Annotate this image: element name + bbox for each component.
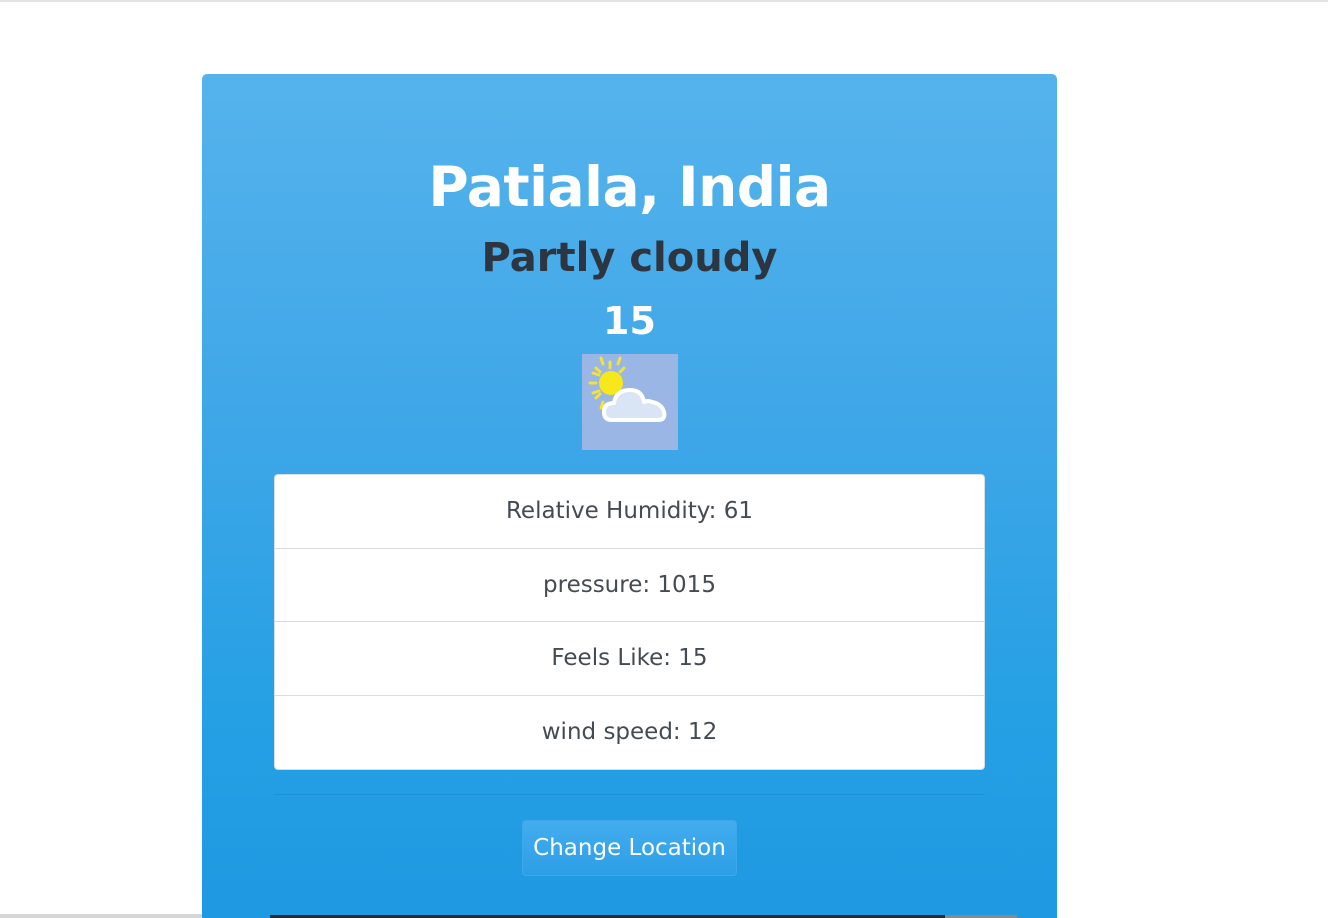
weather-card: Patiala, India Partly cloudy 15 Relative… — [202, 74, 1057, 918]
weather-condition: Partly cloudy — [481, 235, 778, 281]
feels-like-item: Feels Like: 15 — [275, 622, 984, 696]
partly-cloudy-icon — [582, 354, 678, 450]
humidity-item: Relative Humidity: 61 — [275, 475, 984, 549]
wind-speed-item: wind speed: 12 — [541, 718, 718, 745]
top-border — [0, 0, 1328, 2]
pressure-item: pressure: 1015 — [275, 549, 984, 622]
temperature-value: 15 — [603, 299, 656, 343]
bottom-edge — [0, 914, 202, 918]
location-title: Patiala, India — [428, 155, 831, 219]
divider — [274, 794, 985, 795]
weather-details-list: Relative Humidity: 61 pressure: 1015 Fee… — [274, 474, 985, 770]
change-location-button[interactable]: Change Location — [522, 820, 737, 876]
